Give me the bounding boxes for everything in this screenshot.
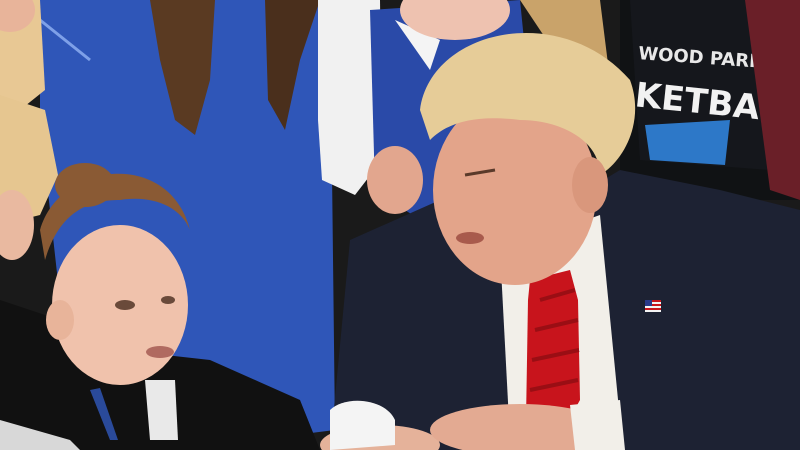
- raised-hand: [367, 146, 423, 214]
- girl-eye: [115, 300, 135, 310]
- girl-eye-right: [161, 296, 175, 304]
- man-mouth: [456, 232, 484, 244]
- shirt-graphic: [645, 120, 730, 165]
- girl-ear: [46, 300, 74, 340]
- girl-hair-bun: [55, 163, 115, 207]
- girl-mouth: [146, 346, 174, 358]
- photo-scene: WOOD PARK KETBALL: [0, 0, 800, 450]
- news-photo: WOOD PARK KETBALL: [0, 0, 800, 450]
- jacket-white-stripe: [145, 380, 178, 440]
- flag-pin-icon: [645, 300, 661, 312]
- man-ear: [572, 157, 608, 213]
- shirt-cuff-right: [570, 400, 625, 450]
